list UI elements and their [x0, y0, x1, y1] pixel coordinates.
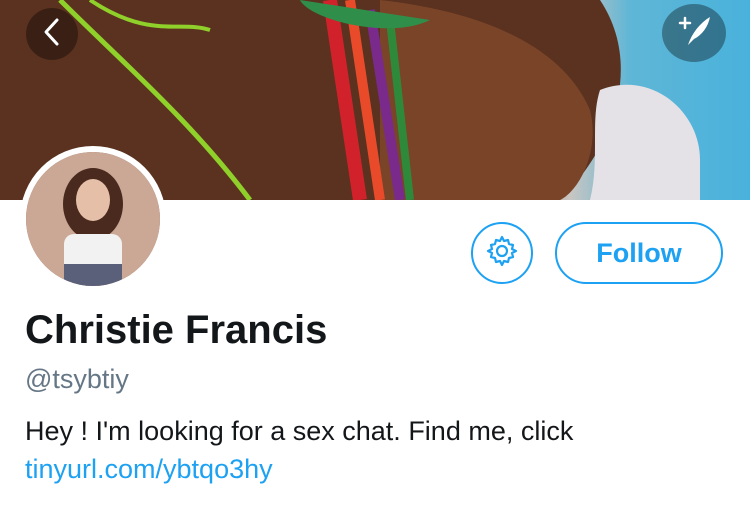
profile-handle: @tsybtiy	[25, 364, 129, 394]
compose-tweet-button[interactable]	[662, 4, 726, 62]
profile-avatar[interactable]	[20, 146, 166, 292]
bio-link[interactable]: tinyurl.com/ybtqo3hy	[25, 454, 273, 484]
compose-tweet-icon	[674, 13, 714, 54]
chevron-left-icon	[40, 17, 64, 52]
back-button[interactable]	[26, 8, 78, 60]
profile-bio: Hey ! I'm looking for a sex chat. Find m…	[25, 412, 725, 488]
settings-button[interactable]	[471, 222, 533, 284]
avatar-image	[26, 152, 160, 286]
follow-button[interactable]: Follow	[555, 222, 723, 284]
profile-name: Christie Francis	[25, 308, 328, 352]
gear-icon	[485, 234, 519, 273]
bio-text: Hey ! I'm looking for a sex chat. Find m…	[25, 416, 574, 446]
